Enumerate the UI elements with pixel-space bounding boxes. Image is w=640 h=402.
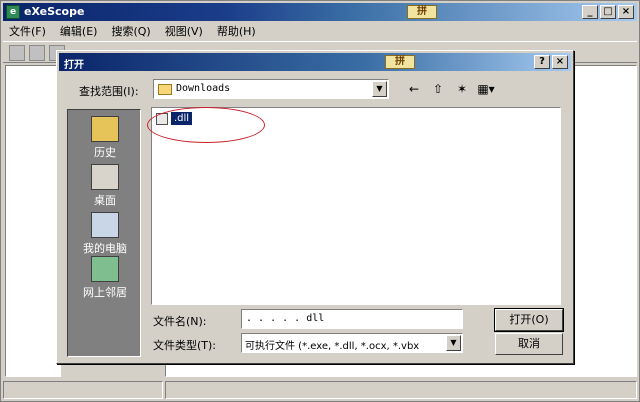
- save-icon[interactable]: [29, 45, 45, 61]
- file-type-label: 文件类型(T):: [153, 339, 217, 352]
- place-label: 历史: [94, 146, 116, 159]
- view-menu-icon[interactable]: ▦▾: [477, 81, 495, 97]
- help-button[interactable]: ?: [534, 55, 550, 69]
- minimize-button[interactable]: _: [582, 5, 598, 19]
- menu-edit[interactable]: 编辑(E): [60, 23, 98, 39]
- close-button[interactable]: ×: [618, 5, 634, 19]
- status-cell: [165, 381, 637, 399]
- place-label: 我的电脑: [83, 242, 127, 255]
- history-icon: [91, 116, 119, 142]
- dialog-close-button[interactable]: ×: [552, 55, 568, 69]
- resource-tree-pane[interactable]: [5, 65, 61, 377]
- file-name-label: 文件名(N):: [153, 315, 207, 328]
- menu-file[interactable]: 文件(F): [9, 23, 46, 39]
- folder-icon: [158, 84, 172, 95]
- place-network[interactable]: 网上邻居: [68, 256, 142, 300]
- app-icon: e: [6, 5, 20, 19]
- look-in-value: Downloads: [176, 83, 231, 94]
- dialog-title: 打开: [64, 60, 84, 71]
- open-file-icon[interactable]: [9, 45, 25, 61]
- place-my-computer[interactable]: 我的电脑: [68, 212, 142, 256]
- status-cell: [3, 381, 163, 399]
- file-type-value: 可执行文件 (*.exe, *.dll, *.ocx, *.vbx: [245, 341, 420, 352]
- chevron-down-icon[interactable]: ▼: [446, 335, 461, 351]
- menu-help[interactable]: 帮助(H): [217, 23, 256, 39]
- desktop-icon: [91, 164, 119, 190]
- file-name-input[interactable]: . . . . . dll: [241, 309, 463, 329]
- place-history[interactable]: 历史: [68, 116, 142, 160]
- chevron-down-icon[interactable]: ▼: [372, 81, 387, 97]
- annotation-circle: [147, 107, 265, 143]
- up-folder-icon[interactable]: ⇧: [429, 81, 447, 97]
- file-type-combobox[interactable]: 可执行文件 (*.exe, *.dll, *.ocx, *.vbx ▼: [241, 333, 463, 353]
- dialog-nav-toolbar: ← ⇧ ✶ ▦▾: [405, 81, 495, 97]
- look-in-label: 查找范围(I):: [79, 85, 139, 98]
- place-desktop[interactable]: 桌面: [68, 164, 142, 208]
- my-computer-icon: [91, 212, 119, 238]
- ime-badge: 拼: [385, 55, 415, 69]
- look-in-combobox[interactable]: Downloads ▼: [153, 79, 389, 99]
- network-places-icon: [91, 256, 119, 282]
- dialog-titlebar[interactable]: 打开 拼 ? ×: [59, 53, 571, 71]
- cancel-button[interactable]: 取消: [495, 333, 563, 355]
- open-button[interactable]: 打开(O): [494, 308, 564, 332]
- status-bar: [3, 381, 637, 399]
- window-title: eXeScope: [24, 5, 85, 18]
- menu-view[interactable]: 视图(V): [165, 23, 203, 39]
- ime-badge: 拼: [407, 5, 437, 19]
- place-label: 网上邻居: [83, 286, 127, 299]
- open-dialog: 打开 拼 ? × 查找范围(I): Downloads ▼ ← ⇧ ✶ ▦▾ 历…: [56, 50, 574, 364]
- main-titlebar[interactable]: e eXeScope 拼 _ □ ×: [3, 3, 637, 21]
- menubar: 文件(F) 编辑(E) 搜索(Q) 视图(V) 帮助(H): [3, 22, 637, 40]
- place-label: 桌面: [94, 194, 116, 207]
- places-bar: 历史 桌面 我的电脑 网上邻居: [67, 109, 141, 357]
- back-arrow-icon[interactable]: ←: [405, 81, 423, 97]
- maximize-button[interactable]: □: [600, 5, 616, 19]
- menu-search[interactable]: 搜索(Q): [111, 23, 150, 39]
- new-folder-icon[interactable]: ✶: [453, 81, 471, 97]
